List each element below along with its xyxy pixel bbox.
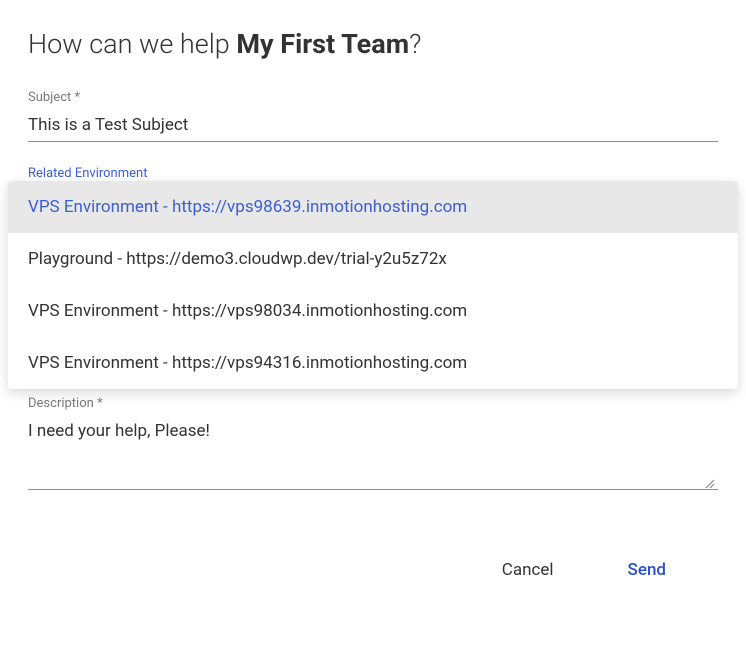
heading-suffix: ? [409,28,421,60]
subject-label: Subject * [28,90,718,105]
environment-dropdown: VPS Environment - https://vps98639.inmot… [8,181,738,389]
dialog-actions: Cancel Send [28,524,718,606]
description-field-group: Description * [28,396,718,494]
environment-option-1[interactable]: Playground - https://demo3.cloudwp.dev/t… [8,233,738,285]
environment-option-3[interactable]: VPS Environment - https://vps94316.inmot… [8,337,738,389]
description-textarea-wrapper [28,415,718,494]
send-button[interactable]: Send [616,554,678,586]
support-dialog: How can we help My First Team? Subject *… [0,0,746,606]
environment-option-0[interactable]: VPS Environment - https://vps98639.inmot… [8,181,738,233]
dialog-heading: How can we help My First Team? [28,28,718,60]
description-label: Description * [28,396,718,411]
cancel-button[interactable]: Cancel [490,554,566,586]
subject-input[interactable] [28,109,718,142]
environment-option-2[interactable]: VPS Environment - https://vps98034.inmot… [8,285,738,337]
environment-label: Related Environment [28,166,718,181]
description-input[interactable] [28,415,718,490]
subject-field-group: Subject * [28,90,718,142]
environment-field-group: Related Environment VPS Environment - ht… [28,166,718,181]
heading-team-name: My First Team [236,28,409,60]
heading-prefix: How can we help [28,28,236,60]
